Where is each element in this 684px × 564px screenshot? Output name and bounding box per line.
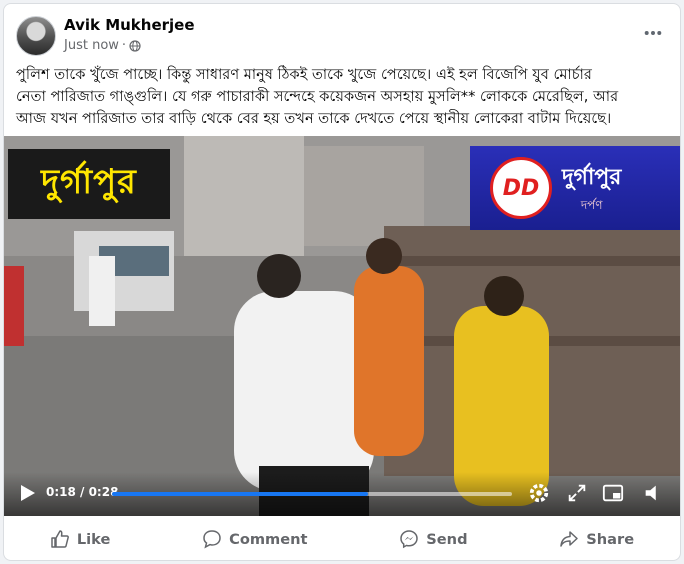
- badge-right-text: দুর্গাপুর দর্পণ: [562, 160, 621, 217]
- more-options-icon[interactable]: [640, 22, 666, 44]
- avatar[interactable]: [16, 16, 56, 56]
- post-actions: Like Comment Send Share: [4, 516, 680, 560]
- channel-badge-left: দুর্গাপুর: [8, 149, 170, 219]
- meta-separator: ·: [121, 38, 127, 53]
- comment-label: Comment: [229, 530, 308, 548]
- send-button[interactable]: Send: [379, 523, 487, 555]
- like-label: Like: [76, 530, 111, 548]
- progress-fill: [112, 492, 368, 496]
- settings-gear-icon[interactable]: [528, 482, 552, 506]
- badge-right-subtitle: দর্পণ: [580, 197, 603, 212]
- globe-icon[interactable]: [129, 39, 141, 52]
- post-caption: পুলিশ তাকে খুঁজে পাচ্ছে। কিন্তু সাধারণ ম…: [16, 66, 619, 127]
- post-time[interactable]: Just now: [64, 38, 119, 53]
- video-time: 0:18 / 0:28: [46, 485, 119, 499]
- channel-badge-right: DD দুর্গাপুর দর্পণ: [470, 146, 680, 230]
- share-label: Share: [586, 530, 635, 548]
- author-name[interactable]: Avik Mukherjee: [64, 16, 195, 34]
- send-label: Send: [426, 530, 468, 548]
- post-card: Avik Mukherjee Just now · পুলিশ তাকে খুঁ…: [3, 3, 681, 561]
- badge-right-title: দুর্গাপুর: [562, 164, 622, 190]
- dd-logo: DD: [490, 157, 552, 219]
- post-meta: Just now ·: [64, 38, 141, 53]
- like-button[interactable]: Like: [30, 523, 131, 555]
- video-controls: 0:18 / 0:28: [4, 472, 680, 516]
- fullscreen-icon[interactable]: [566, 482, 590, 506]
- picture-in-picture-icon[interactable]: [602, 482, 626, 506]
- progress-bar[interactable]: [112, 492, 512, 496]
- post-header: Avik Mukherjee Just now ·: [4, 4, 680, 64]
- play-icon[interactable]: [16, 482, 38, 504]
- thumbs-up-icon: [51, 530, 69, 548]
- comment-bubble-icon: [203, 530, 221, 549]
- messenger-icon: [400, 530, 419, 549]
- share-button[interactable]: Share: [539, 523, 654, 555]
- video-player[interactable]: দুর্গাপুর DD দুর্গাপুর দর্পণ 0:18 / 0:28: [4, 136, 680, 516]
- volume-icon[interactable]: [642, 482, 666, 506]
- comment-button[interactable]: Comment: [182, 523, 327, 555]
- share-arrow-icon: [560, 531, 578, 547]
